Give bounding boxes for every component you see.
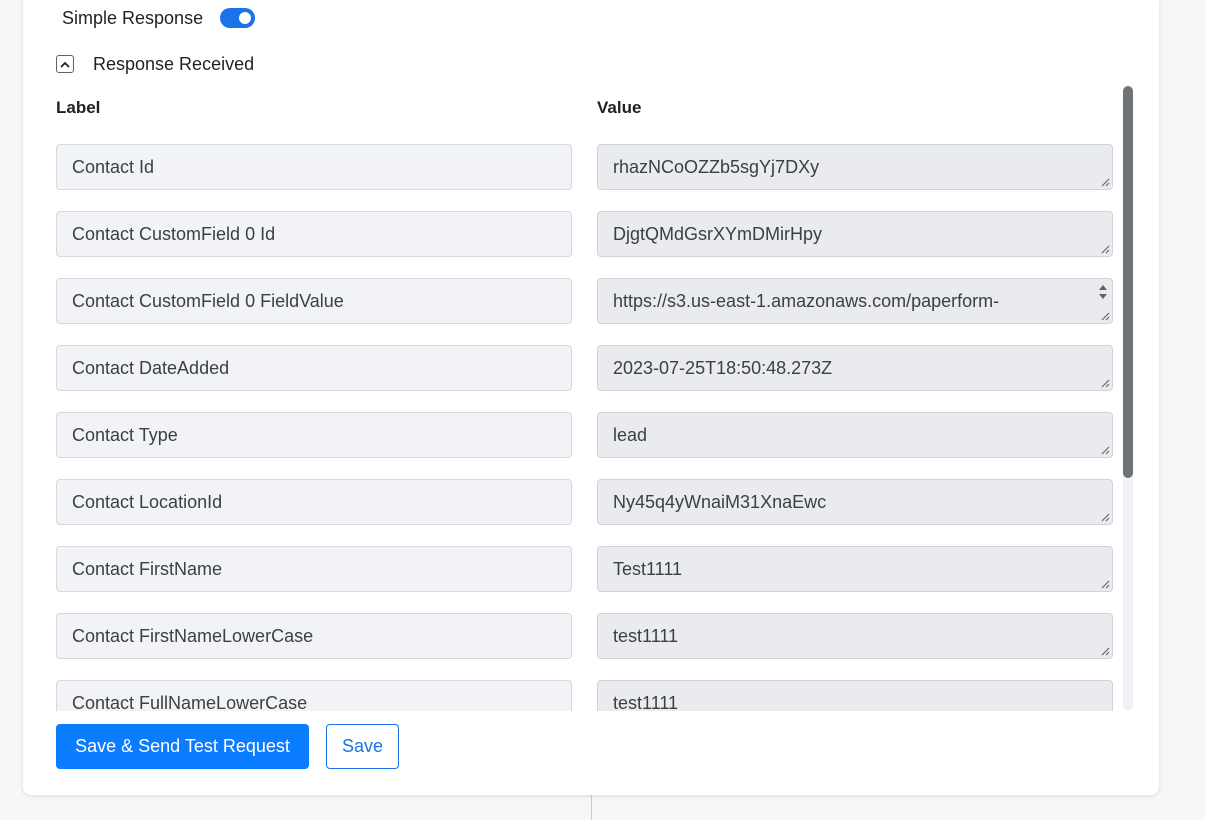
panel-divider — [591, 795, 592, 820]
resize-grip-icon[interactable] — [1100, 445, 1110, 455]
label-field[interactable]: Contact CustomField 0 Id — [56, 211, 572, 257]
label-field[interactable]: Contact FirstName — [56, 546, 572, 592]
value-text: Test1111 — [613, 558, 683, 579]
resize-grip-icon[interactable] — [1100, 244, 1110, 254]
response-row: Contact FirstName Test1111 — [56, 546, 1134, 592]
simple-response-toggle[interactable] — [220, 8, 256, 28]
value-field[interactable]: lead — [597, 412, 1113, 458]
label-field[interactable]: Contact Type — [56, 412, 572, 458]
value-field[interactable]: https://s3.us-east-1.amazonaws.com/paper… — [597, 278, 1113, 324]
label-field[interactable]: Contact LocationId — [56, 479, 572, 525]
resize-grip-icon[interactable] — [1100, 646, 1110, 656]
response-row: Contact Id rhazNCoOZZb5sgYj7DXy — [56, 144, 1134, 190]
value-field[interactable]: Ny45q4yWnaiM31XnaEwc — [597, 479, 1113, 525]
response-row: Contact LocationId Ny45q4yWnaiM31XnaEwc — [56, 479, 1134, 525]
response-row: Contact FullNameLowerCase test1111 — [56, 680, 1134, 711]
simple-response-label: Simple Response — [62, 7, 204, 28]
value-field[interactable]: DjgtQMdGsrXYmDMirHpy — [597, 211, 1113, 257]
value-text: 2023-07-25T18:50:48.273Z — [613, 357, 833, 378]
response-fields-list[interactable]: Label Value Contact Id rhazNCoOZZb5sgYj7… — [56, 86, 1134, 711]
value-column-header: Value — [597, 98, 642, 117]
save-and-send-test-request-button[interactable]: Save & Send Test Request — [56, 724, 309, 769]
response-row: Contact DateAdded 2023-07-25T18:50:48.27… — [56, 345, 1134, 391]
label-field[interactable]: Contact Id — [56, 144, 572, 190]
value-text: Ny45q4yWnaiM31XnaEwc — [613, 491, 827, 512]
value-text: lead — [613, 424, 648, 445]
scroll-arrows-icon[interactable] — [1097, 283, 1109, 301]
value-text: test1111 — [613, 625, 679, 646]
response-row: Contact FirstNameLowerCase test1111 — [56, 613, 1134, 659]
response-row: Contact CustomField 0 Id DjgtQMdGsrXYmDM… — [56, 211, 1134, 257]
value-field[interactable]: test1111 — [597, 613, 1113, 659]
value-field[interactable]: test1111 — [597, 680, 1113, 711]
value-text: rhazNCoOZZb5sgYj7DXy — [613, 156, 820, 177]
label-field[interactable]: Contact DateAdded — [56, 345, 572, 391]
response-row: Contact Type lead — [56, 412, 1134, 458]
scrollbar-thumb[interactable] — [1123, 86, 1133, 478]
value-field[interactable]: 2023-07-25T18:50:48.273Z — [597, 345, 1113, 391]
value-text: DjgtQMdGsrXYmDMirHpy — [613, 223, 823, 244]
response-row: Contact CustomField 0 FieldValue https:/… — [56, 278, 1134, 324]
value-field[interactable]: Test1111 — [597, 546, 1113, 592]
resize-grip-icon[interactable] — [1100, 579, 1110, 589]
label-field[interactable]: Contact CustomField 0 FieldValue — [56, 278, 572, 324]
chevron-up-icon[interactable] — [56, 55, 74, 73]
value-field[interactable]: rhazNCoOZZb5sgYj7DXy — [597, 144, 1113, 190]
resize-grip-icon[interactable] — [1100, 378, 1110, 388]
response-received-header: Response Received — [56, 52, 254, 76]
value-text: test1111 — [613, 692, 679, 712]
label-column-header: Label — [56, 98, 101, 117]
resize-grip-icon[interactable] — [1100, 311, 1110, 321]
resize-grip-icon[interactable] — [1100, 177, 1110, 187]
resize-grip-icon[interactable] — [1100, 512, 1110, 522]
response-received-label: Response Received — [93, 53, 255, 74]
save-button[interactable]: Save — [326, 724, 399, 769]
simple-response-row: Simple Response — [62, 6, 256, 30]
value-text: https://s3.us-east-1.amazonaws.com/paper… — [613, 290, 1000, 311]
toggle-knob — [239, 12, 252, 24]
label-field[interactable]: Contact FirstNameLowerCase — [56, 613, 572, 659]
label-field[interactable]: Contact FullNameLowerCase — [56, 680, 572, 711]
